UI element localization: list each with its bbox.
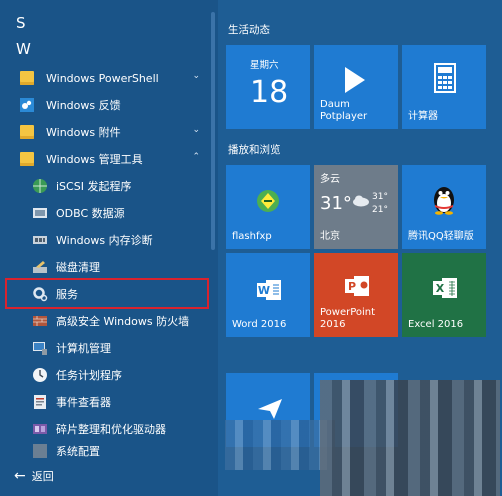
group-title-life: 生活动态 <box>228 24 270 36</box>
app-iscsi-initiator[interactable]: iSCSI 发起程序 <box>8 174 208 198</box>
memory-chip-icon <box>31 232 48 249</box>
app-label: 系统配置 <box>56 445 100 458</box>
chevron-down-icon: ⌄ <box>192 71 200 81</box>
feedback-icon <box>18 96 36 114</box>
app-label: Windows 管理工具 <box>46 153 143 166</box>
app-list: S W Windows PowerShell ⌄ Windows 反馈 Wind… <box>0 0 218 496</box>
disk-cleanup-icon <box>31 259 48 276</box>
database-icon <box>31 205 48 222</box>
computer-management-icon <box>31 340 48 357</box>
defrag-icon <box>31 421 48 438</box>
app-label: 任务计划程序 <box>56 369 122 382</box>
weather-temperature: 31° <box>320 193 352 214</box>
app-windows-admin-tools-folder[interactable]: Windows 管理工具 ⌃ <box>8 147 208 171</box>
calendar-day: 18 <box>250 75 289 110</box>
calculator-icon <box>434 63 456 93</box>
flashfxp-icon <box>257 190 279 212</box>
app-disk-cleanup[interactable]: 磁盘清理 <box>8 255 208 279</box>
app-windows-memory-diagnostic[interactable]: Windows 内存诊断 <box>8 228 208 252</box>
app-windows-accessories-folder[interactable]: Windows 附件 ⌄ <box>8 120 208 144</box>
obscured-area-mosaic <box>320 380 500 496</box>
app-label: ODBC 数据源 <box>56 207 125 220</box>
app-label: Windows 反馈 <box>46 99 121 112</box>
app-label: 高级安全 Windows 防火墙 <box>56 315 190 328</box>
system-config-icon <box>31 444 48 458</box>
tile-label: Excel 2016 <box>408 319 464 330</box>
start-menu: S W Windows PowerShell ⌄ Windows 反馈 Wind… <box>0 0 502 496</box>
folder-icon <box>18 69 36 87</box>
folder-icon <box>18 123 36 141</box>
back-label: 返回 <box>31 470 54 483</box>
calendar-weekday: 星期六 <box>250 60 279 71</box>
folder-icon <box>18 150 36 168</box>
word-icon: W <box>257 280 281 300</box>
tile-label: Word 2016 <box>232 319 287 330</box>
app-computer-management[interactable]: 计算机管理 <box>8 336 208 360</box>
app-defrag-optimize-drives[interactable]: 碎片整理和优化驱动器 <box>8 417 208 441</box>
group-title-play-browse: 播放和浏览 <box>228 144 281 156</box>
weather-high: 31° <box>372 192 388 202</box>
back-button[interactable]: ← 返回 <box>14 468 54 484</box>
tile-label: 腾讯QQ轻聊版 <box>408 231 474 242</box>
chevron-up-icon: ⌃ <box>192 152 200 162</box>
tile-label: flashfxp <box>232 231 272 242</box>
app-windows-feedback[interactable]: Windows 反馈 <box>8 93 208 117</box>
word-2016-tile[interactable]: W Word 2016 <box>226 253 310 337</box>
app-event-viewer[interactable]: 事件查看器 <box>8 390 208 414</box>
flashfxp-tile[interactable]: flashfxp <box>226 165 310 249</box>
qq-tile[interactable]: 腾讯QQ轻聊版 <box>402 165 486 249</box>
app-label: Windows 附件 <box>46 126 121 139</box>
weather-tile[interactable]: 多云 31° 31° 21° 北京 <box>314 165 398 249</box>
powerpoint-2016-tile[interactable]: P PowerPoint 2016 <box>314 253 398 337</box>
firewall-icon <box>31 313 48 330</box>
tile-label: Daum Potplayer <box>320 99 368 122</box>
weather-city: 北京 <box>320 231 340 242</box>
tile-label: 计算器 <box>408 111 438 122</box>
bird-icon <box>258 399 282 419</box>
selection-highlight <box>5 278 209 309</box>
section-letter-w[interactable]: W <box>16 40 31 58</box>
app-label: iSCSI 发起程序 <box>56 180 132 193</box>
qq-penguin-icon <box>434 187 454 215</box>
obscured-area <box>225 420 335 470</box>
chevron-down-icon: ⌄ <box>192 125 200 135</box>
svg-text:P: P <box>348 280 356 293</box>
app-label: 事件查看器 <box>56 396 111 409</box>
cloud-icon <box>353 195 369 207</box>
svg-text:X: X <box>436 282 445 295</box>
scrollbar[interactable] <box>211 12 215 250</box>
app-windows-powershell-folder[interactable]: Windows PowerShell ⌄ <box>8 66 208 90</box>
excel-2016-tile[interactable]: X Excel 2016 <box>402 253 486 337</box>
tile-label: PowerPoint 2016 <box>320 307 376 330</box>
powerpoint-icon: P <box>345 276 369 296</box>
task-scheduler-icon <box>31 367 48 384</box>
app-odbc-data-sources[interactable]: ODBC 数据源 <box>8 201 208 225</box>
daum-potplayer-tile[interactable]: Daum Potplayer <box>314 45 398 129</box>
calculator-tile[interactable]: 计算器 <box>402 45 486 129</box>
svg-text:W: W <box>258 284 270 297</box>
app-label: 磁盘清理 <box>56 261 100 274</box>
section-letter-s[interactable]: S <box>16 14 26 32</box>
app-label: Windows PowerShell <box>46 71 159 85</box>
app-label: Windows 内存诊断 <box>56 234 153 247</box>
event-viewer-icon <box>31 394 48 411</box>
app-windows-firewall[interactable]: 高级安全 Windows 防火墙 <box>8 309 208 333</box>
weather-low: 21° <box>372 205 388 215</box>
excel-icon: X <box>433 278 457 298</box>
app-label: 计算机管理 <box>56 342 111 355</box>
calendar-tile[interactable]: 星期六 18 <box>226 45 310 129</box>
back-arrow-icon: ← <box>14 468 26 484</box>
globe-icon <box>31 178 48 195</box>
app-label: 碎片整理和优化驱动器 <box>56 423 166 436</box>
weather-condition: 多云 <box>320 174 340 185</box>
app-system-configuration[interactable]: 系统配置 <box>8 444 208 458</box>
play-icon <box>345 67 365 93</box>
app-task-scheduler[interactable]: 任务计划程序 <box>8 363 208 387</box>
